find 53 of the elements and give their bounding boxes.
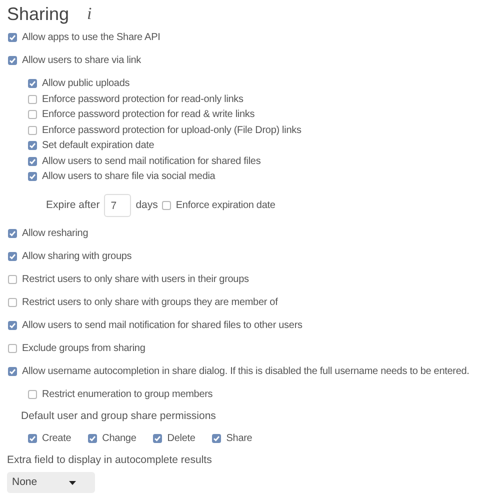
checkbox[interactable]: [8, 228, 17, 238]
option-label: Delete: [167, 432, 196, 446]
checkbox[interactable]: [153, 434, 162, 442]
option-label: Restrict users to only share with users in their groups: [22, 272, 249, 286]
checkbox[interactable]: [28, 79, 37, 88]
checkbox[interactable]: [28, 110, 37, 120]
option-label: Restrict enumeration to group members: [42, 388, 213, 402]
extra-field-dropdown[interactable]: None: [7, 472, 95, 493]
option-label: Allow username autocompletion in share dialog. If this is disabled the full username needs to be entered.: [22, 364, 470, 378]
caret-icon: [69, 480, 76, 484]
checkbox[interactable]: [8, 320, 17, 330]
checkbox[interactable]: [28, 434, 37, 442]
checkbox[interactable]: [88, 434, 98, 442]
unit-label: days: [136, 198, 158, 213]
option-label: Allow apps to use the Share API: [22, 31, 160, 45]
option-label: Allow users to share file via social media: [42, 170, 216, 184]
option-label: Enforce password protection for read & write links: [42, 108, 255, 122]
checkbox[interactable]: [28, 141, 37, 150]
option-label: Enforce expiration date: [176, 199, 276, 213]
option-label: Change: [102, 432, 136, 446]
checkbox[interactable]: [8, 252, 17, 260]
section-label: Default user and group share permissions: [20, 408, 217, 424]
checkbox[interactable]: [28, 172, 37, 182]
checkbox[interactable]: [28, 156, 37, 166]
checkbox[interactable]: [8, 344, 17, 352]
checkbox[interactable]: [28, 390, 37, 399]
option-label: Allow resharing: [22, 226, 88, 240]
option-label: Restrict users to only share with groups they are member of: [22, 296, 278, 310]
option-label: Allow users to send mail notification for shared files: [42, 154, 261, 169]
checkbox[interactable]: [28, 126, 37, 135]
field-label: Extra field to display in autocomplete results: [7, 452, 213, 468]
section-title: Sharing: [7, 2, 70, 26]
option-label: Allow users to send mail notification for shared files to other users: [22, 318, 302, 332]
option-label: Enforce password protection for upload-only (File Drop) links: [42, 124, 302, 138]
checkbox[interactable]: [8, 56, 17, 65]
option-label: Allow sharing with groups: [22, 250, 132, 264]
checkbox[interactable]: [8, 298, 17, 306]
field-label: Expire after: [46, 198, 100, 213]
option-label: Exclude groups from sharing: [22, 342, 146, 356]
option-label: Enforce password protection for read-only links: [42, 92, 244, 107]
option-label: Allow users to share via link: [22, 54, 142, 68]
checkbox[interactable]: [8, 33, 17, 42]
checkbox[interactable]: [28, 94, 37, 104]
option-label: Create: [42, 432, 72, 446]
checkbox[interactable]: [162, 201, 171, 210]
checkbox[interactable]: [212, 434, 222, 442]
info-icon[interactable]: i: [87, 1, 92, 27]
option-label: Allow public uploads: [42, 77, 130, 92]
option-label: Share: [226, 432, 252, 446]
checkbox[interactable]: [8, 274, 17, 284]
number-field[interactable]: 7: [104, 194, 131, 217]
checkbox[interactable]: [8, 366, 17, 376]
option-label: Set default expiration date: [42, 139, 154, 154]
